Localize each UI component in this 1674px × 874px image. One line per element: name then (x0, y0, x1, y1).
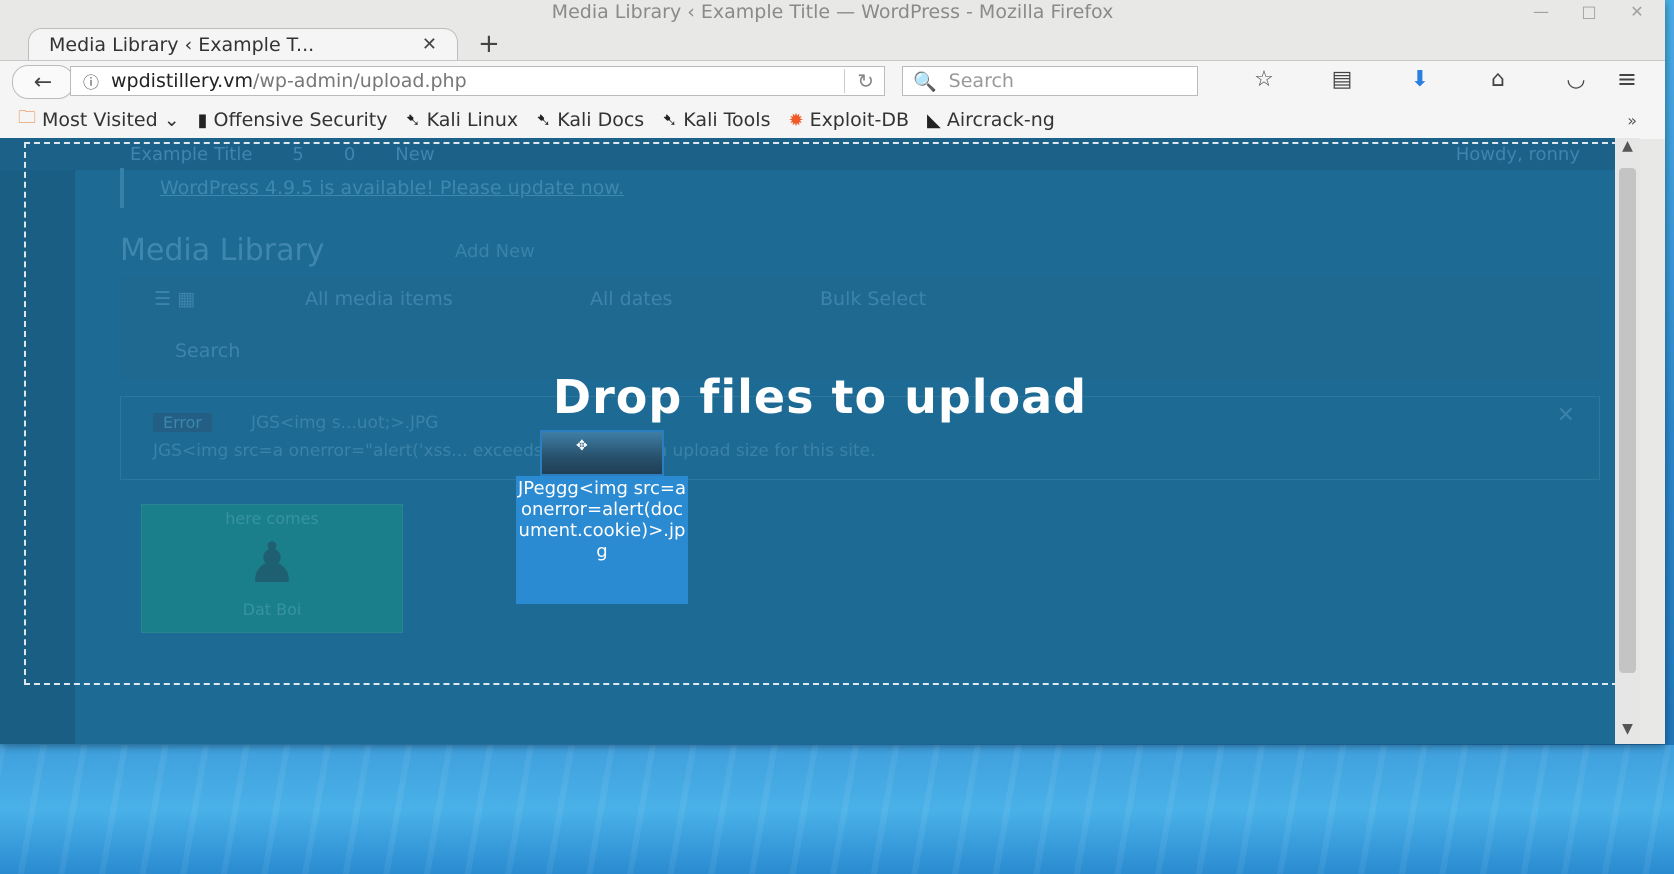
home-icon[interactable]: ⌂ (1459, 67, 1537, 92)
minimize-icon[interactable]: — (1527, 0, 1555, 24)
browser-window: Media Library ‹ Example Title — WordPres… (0, 0, 1665, 744)
bookmarks-toolbar: 🗀 Most Visited ⌄ ▮ Offensive Security ➷ … (0, 101, 1665, 139)
bookmark-offensive-security[interactable]: ▮ Offensive Security (198, 109, 388, 131)
bookmark-label: Aircrack-ng (946, 109, 1055, 131)
kali-icon: ➷ (662, 109, 678, 131)
close-icon[interactable]: ✕ (1623, 0, 1651, 24)
bookmark-label: Exploit-DB (809, 109, 910, 131)
star-icon[interactable]: ☆ (1225, 67, 1303, 92)
offsec-icon: ▮ (197, 109, 208, 131)
reading-list-icon[interactable]: ▤ (1303, 67, 1381, 92)
bookmark-label: Most Visited (42, 109, 158, 131)
tab-title: Media Library ‹ Example T... (49, 33, 315, 56)
scroll-thumb[interactable] (1619, 168, 1636, 673)
url-host: wpdistillery.vm (111, 70, 253, 92)
download-icon[interactable]: ⬇ (1381, 67, 1459, 92)
folder-icon: 🗀 (18, 107, 36, 128)
bookmark-kali-linux[interactable]: ➷ Kali Linux (405, 109, 518, 131)
bookmark-most-visited[interactable]: 🗀 Most Visited ⌄ (18, 105, 180, 135)
bookmark-exploit-db[interactable]: ✹ Exploit-DB (788, 109, 909, 131)
tab-strip: Media Library ‹ Example T... ✕ + (0, 24, 1665, 61)
maximize-icon[interactable]: □ (1575, 0, 1603, 24)
scroll-up-icon[interactable]: ▲ (1615, 138, 1640, 168)
menu-icon[interactable]: ≡ (1617, 65, 1637, 93)
bookmark-label: Kali Tools (683, 109, 771, 131)
scrollbar[interactable]: ▲ ▼ (1615, 138, 1640, 744)
scroll-down-icon[interactable]: ▼ (1615, 714, 1640, 744)
back-arrow-icon: ← (33, 69, 53, 95)
page-content: Example Title 5 0 New Howdy, ronny WordP… (0, 138, 1640, 744)
url-path: /wp-admin/upload.php (252, 70, 467, 92)
bookmark-kali-docs[interactable]: ➷ Kali Docs (536, 109, 644, 131)
reload-icon[interactable]: ↻ (844, 69, 874, 93)
tab-media-library[interactable]: Media Library ‹ Example T... ✕ (28, 28, 458, 60)
drop-files-title: Drop files to upload (552, 370, 1088, 424)
aircrack-icon: ◣ (927, 109, 941, 131)
window-title: Media Library ‹ Example Title — WordPres… (551, 1, 1114, 23)
window-titlebar: Media Library ‹ Example Title — WordPres… (0, 0, 1665, 24)
desktop-background (0, 745, 1674, 874)
kali-icon: ➷ (405, 109, 421, 131)
search-input[interactable]: 🔍 Search (902, 66, 1198, 96)
url-bar[interactable]: ⓘ wpdistillery.vm/wp-admin/upload.php ↻ (70, 66, 885, 96)
chevron-down-icon: ⌄ (157, 109, 180, 131)
dragged-file-preview (540, 430, 664, 476)
search-icon: 🔍 (913, 70, 937, 93)
site-info-icon[interactable]: ⓘ (71, 69, 111, 93)
search-placeholder: Search (948, 70, 1014, 92)
kali-icon: ➷ (536, 109, 552, 131)
back-button[interactable]: ← (12, 65, 74, 99)
bookmarks-overflow-icon[interactable]: » (1627, 111, 1637, 130)
pocket-icon[interactable]: ◡ (1537, 67, 1615, 92)
new-tab-button[interactable]: + (478, 29, 500, 59)
bookmark-kali-tools[interactable]: ➷ Kali Tools (662, 109, 770, 131)
bookmark-label: Kali Linux (426, 109, 519, 131)
bookmark-label: Kali Docs (557, 109, 645, 131)
bookmark-label: Offensive Security (213, 109, 388, 131)
drag-cursor-icon: ✥ (576, 438, 588, 454)
dragged-file-name: JPeggg<img src=a onerror=alert(document.… (516, 476, 688, 604)
tab-close-icon[interactable]: ✕ (422, 34, 437, 55)
navigation-bar: ← ⓘ wpdistillery.vm/wp-admin/upload.php … (0, 61, 1665, 101)
bookmark-aircrack-ng[interactable]: ◣ Aircrack-ng (927, 109, 1055, 131)
exploitdb-icon: ✹ (788, 109, 804, 131)
